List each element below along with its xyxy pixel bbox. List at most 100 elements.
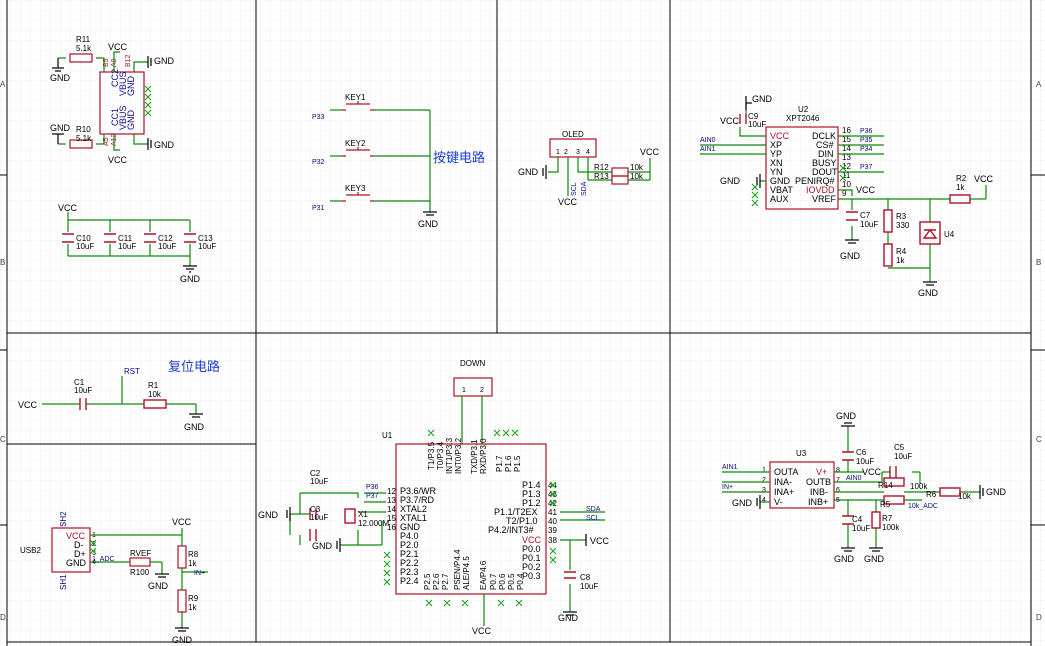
svg-text:B12: B12 xyxy=(125,54,132,67)
svg-text:USB2: USB2 xyxy=(20,546,41,555)
svg-text:14: 14 xyxy=(387,505,396,514)
svg-text:PSEN/P4.4: PSEN/P4.4 xyxy=(453,549,462,590)
svg-text:R2: R2 xyxy=(956,174,967,183)
vcc-label: VCC xyxy=(862,467,882,477)
svg-text:5.1k: 5.1k xyxy=(76,134,92,143)
svg-text:10uF: 10uF xyxy=(580,582,598,591)
svg-text:C: C xyxy=(1036,435,1042,444)
svg-text:A: A xyxy=(0,80,6,89)
svg-text:D: D xyxy=(0,613,6,622)
svg-text:3: 3 xyxy=(762,487,766,494)
svg-text:P36: P36 xyxy=(860,128,873,135)
svg-text:12: 12 xyxy=(387,487,396,496)
svg-text:T0/P3.4: T0/P3.4 xyxy=(436,441,445,470)
svg-text:C5: C5 xyxy=(894,443,905,452)
svg-text:1: 1 xyxy=(556,149,560,156)
svg-text:R1: R1 xyxy=(148,381,159,390)
vcc-label: VCC xyxy=(472,626,492,636)
svg-text:INT1/P3.3: INT1/P3.3 xyxy=(445,437,454,474)
svg-text:10uF: 10uF xyxy=(310,513,328,522)
svg-text:OLED: OLED xyxy=(562,130,584,139)
svg-text:R9: R9 xyxy=(188,594,199,603)
gnd-label: GND xyxy=(518,167,539,177)
svg-text:16: 16 xyxy=(842,126,851,135)
svg-text:AIN1: AIN1 xyxy=(722,464,738,471)
svg-text:P2.4: P2.4 xyxy=(400,576,419,586)
svg-text:R7: R7 xyxy=(882,514,893,523)
svg-text:INA+: INA+ xyxy=(774,487,794,497)
svg-text:SH1: SH1 xyxy=(59,574,68,590)
svg-text:P35: P35 xyxy=(860,137,873,144)
svg-text:C: C xyxy=(0,435,6,444)
svg-text:5.1k: 5.1k xyxy=(76,44,92,53)
svg-text:SH2: SH2 xyxy=(59,511,68,527)
vcc-label: VCC xyxy=(974,174,994,184)
vcc-label: VCC xyxy=(108,42,128,52)
svg-text:V-: V- xyxy=(774,497,783,507)
svg-text:12.000M: 12.000M xyxy=(358,519,389,528)
svg-text:10uF: 10uF xyxy=(118,242,136,251)
svg-text:10k: 10k xyxy=(630,172,644,181)
svg-text:R100: R100 xyxy=(130,568,150,577)
svg-text:P4.2/INT3#: P4.2/INT3# xyxy=(488,525,534,535)
svg-text:P0.7: P0.7 xyxy=(489,573,498,590)
svg-text:38: 38 xyxy=(548,536,557,545)
svg-text:AIN0: AIN0 xyxy=(700,137,716,144)
svg-text:41: 41 xyxy=(548,508,557,517)
svg-text:T1/P3.5: T1/P3.5 xyxy=(427,441,436,470)
svg-text:OUTB: OUTB xyxy=(806,477,831,487)
vcc-label: VCC xyxy=(856,185,876,195)
gnd-label: GND xyxy=(154,140,175,150)
svg-text:X1: X1 xyxy=(358,510,368,519)
svg-text:SCL: SCL xyxy=(571,182,578,196)
svg-text:EA/P4.6: EA/P4.6 xyxy=(479,560,488,590)
svg-text:C4: C4 xyxy=(852,515,863,524)
svg-text:RVEF: RVEF xyxy=(130,549,151,558)
net-p31: P31 xyxy=(312,205,325,212)
svg-text:10uF: 10uF xyxy=(74,386,92,395)
svg-text:10uF: 10uF xyxy=(76,242,94,251)
svg-text:P37: P37 xyxy=(366,493,379,500)
svg-text:OUTA: OUTA xyxy=(774,467,798,477)
gnd-label: GND xyxy=(154,56,175,66)
svg-text:10uF: 10uF xyxy=(310,477,328,486)
svg-text:R13: R13 xyxy=(594,172,609,181)
svg-text:P36: P36 xyxy=(366,484,379,491)
svg-text:U2: U2 xyxy=(798,105,809,114)
svg-text:10k_ADC: 10k_ADC xyxy=(908,503,938,510)
svg-text:ALE/P4.5: ALE/P4.5 xyxy=(462,556,471,590)
svg-text:10k: 10k xyxy=(148,390,162,399)
svg-text:1_ADC: 1_ADC xyxy=(92,556,115,563)
svg-text:B: B xyxy=(0,258,5,267)
svg-text:P37: P37 xyxy=(860,164,873,171)
svg-text:AIN0: AIN0 xyxy=(846,475,862,482)
svg-text:1k: 1k xyxy=(188,603,197,612)
svg-text:100k: 100k xyxy=(882,523,900,532)
vcc-label: VCC xyxy=(58,203,78,213)
svg-text:10uF: 10uF xyxy=(158,242,176,251)
svg-text:RXD/P3.0: RXD/P3.0 xyxy=(479,438,488,474)
svg-text:R14: R14 xyxy=(878,481,893,490)
schematic-sheet: A B C D A B C D CC2 VBUS GND CC1 VBUS GN… xyxy=(0,0,1045,646)
svg-text:INT0/P3.2: INT0/P3.2 xyxy=(454,437,463,474)
svg-text:39: 39 xyxy=(548,526,557,535)
svg-text:IN+: IN+ xyxy=(194,570,205,577)
vcc-label: VCC xyxy=(720,116,740,126)
gnd-label: GND xyxy=(558,613,579,623)
gnd-label: GND xyxy=(986,487,1007,497)
svg-text:6: 6 xyxy=(836,487,840,494)
svg-text:2: 2 xyxy=(564,149,568,156)
svg-text:C8: C8 xyxy=(580,573,591,582)
svg-text:B: B xyxy=(1036,258,1041,267)
svg-text:4: 4 xyxy=(762,497,766,504)
svg-text:4: 4 xyxy=(586,149,590,156)
svg-text:P2.5: P2.5 xyxy=(423,573,432,590)
svg-text:P0.5: P0.5 xyxy=(507,573,516,590)
vcc-label: VCC xyxy=(640,147,660,157)
svg-text:3: 3 xyxy=(576,149,580,156)
svg-text:P1.5: P1.5 xyxy=(513,455,522,472)
svg-text:P0.6: P0.6 xyxy=(498,573,507,590)
svg-text:P34: P34 xyxy=(860,146,873,153)
vcc-label: VCC xyxy=(558,197,578,207)
svg-text:C6: C6 xyxy=(856,448,867,457)
